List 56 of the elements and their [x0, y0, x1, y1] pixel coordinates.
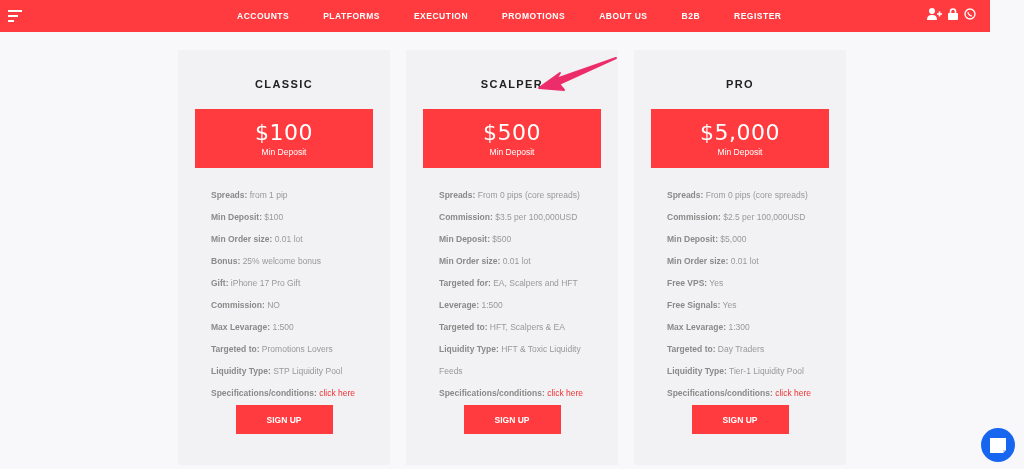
add-user-icon[interactable] — [927, 8, 942, 20]
price-amount: $500 — [483, 120, 541, 146]
spec-label: Specifications/conditions: — [211, 388, 317, 398]
feature-text: Min Order size: 0.01 lot — [667, 255, 760, 268]
menu-icon[interactable] — [8, 10, 22, 22]
feature-text: Spreads: from 1 pip — [211, 189, 289, 202]
price-caption: Min Deposit — [717, 147, 763, 157]
chat-icon[interactable] — [981, 428, 1015, 462]
feature-text: Min Deposit: $100 — [211, 211, 285, 224]
feature-text: Commission: $3.5 per 100,000USD — [439, 211, 579, 224]
feature-text: Min Deposit: $5,000 — [667, 233, 748, 246]
feature-text: Spreads: From 0 pips (core spreads) — [439, 189, 581, 202]
plan-title: SCALPER — [479, 78, 545, 92]
feature-text: Liquidity Type: STP Liquidity Pool — [211, 365, 344, 378]
feature-text: Max Levarage: 1:300 — [667, 321, 751, 334]
price-amount: $5,000 — [700, 120, 780, 146]
feature-text: Free VPS: Yes — [667, 277, 725, 290]
lock-icon[interactable] — [948, 8, 958, 20]
feature-text: Targeted to: Day Traders — [667, 343, 766, 356]
nav-link[interactable]: ABOUT US — [599, 11, 648, 21]
spec-link[interactable]: click here — [319, 388, 356, 398]
spec-link[interactable]: click here — [775, 388, 812, 398]
feature-text: Targeted for: EA, Scalpers and HFT — [439, 277, 579, 290]
feature-text: Leverage: 1:500 — [439, 299, 504, 312]
feature-text: Commission: NO — [211, 299, 281, 312]
price-caption: Min Deposit — [489, 147, 535, 157]
feature-text: Bonus: 25% welcome bonus — [211, 255, 323, 268]
nav-link[interactable]: ACCOUNTS — [237, 11, 290, 21]
phone-chat-icon[interactable] — [964, 8, 976, 20]
feature-text: Max Levarage: 1:500 — [211, 321, 295, 334]
nav-link[interactable]: PROMOTIONS — [502, 11, 566, 21]
plan-title: PRO — [724, 78, 755, 92]
nav-link[interactable]: REGISTER — [734, 11, 782, 21]
nav-link[interactable]: EXECUTION — [413, 11, 469, 21]
feature-text: Commission: $2.5 per 100,000USD — [667, 211, 807, 224]
feature-text: Min Deposit: $500 — [439, 233, 513, 246]
feature-text: Liquidity Type: Tier-1 Liquidity Pool — [667, 365, 805, 378]
nav-link[interactable]: PLATFORMS — [323, 11, 380, 21]
feature-text: Gift: iPhone 17 Pro Gift — [211, 277, 302, 290]
plan-title: CLASSIC — [253, 78, 315, 92]
price-amount: $100 — [255, 120, 313, 146]
spec-label: Specifications/conditions: — [667, 388, 773, 398]
feature-text: Targeted to: Promotions Lovers — [211, 343, 334, 356]
feature-text: Spreads: From 0 pips (core spreads) — [667, 189, 809, 202]
feature-text: Liquidity Type: HFT & Toxic Liquidity Feeds — [439, 343, 582, 378]
feature-text: Min Order size: 0.01 lot — [211, 233, 304, 246]
sign-up-button[interactable]: SIGN UP — [691, 405, 789, 434]
feature-text: Free Signals: Yes — [667, 299, 738, 312]
sign-up-button[interactable]: SIGN UP — [463, 405, 561, 434]
spec-label: Specifications/conditions: — [439, 388, 545, 398]
spec-link[interactable]: click here — [547, 388, 584, 398]
price-caption: Min Deposit — [261, 147, 307, 157]
feature-text: Targeted to: HFT, Scalpers & EA — [439, 321, 566, 334]
nav-link[interactable]: B2B — [681, 11, 701, 21]
sign-up-button[interactable]: SIGN UP — [235, 405, 333, 434]
feature-text: Min Order size: 0.01 lot — [439, 255, 532, 268]
